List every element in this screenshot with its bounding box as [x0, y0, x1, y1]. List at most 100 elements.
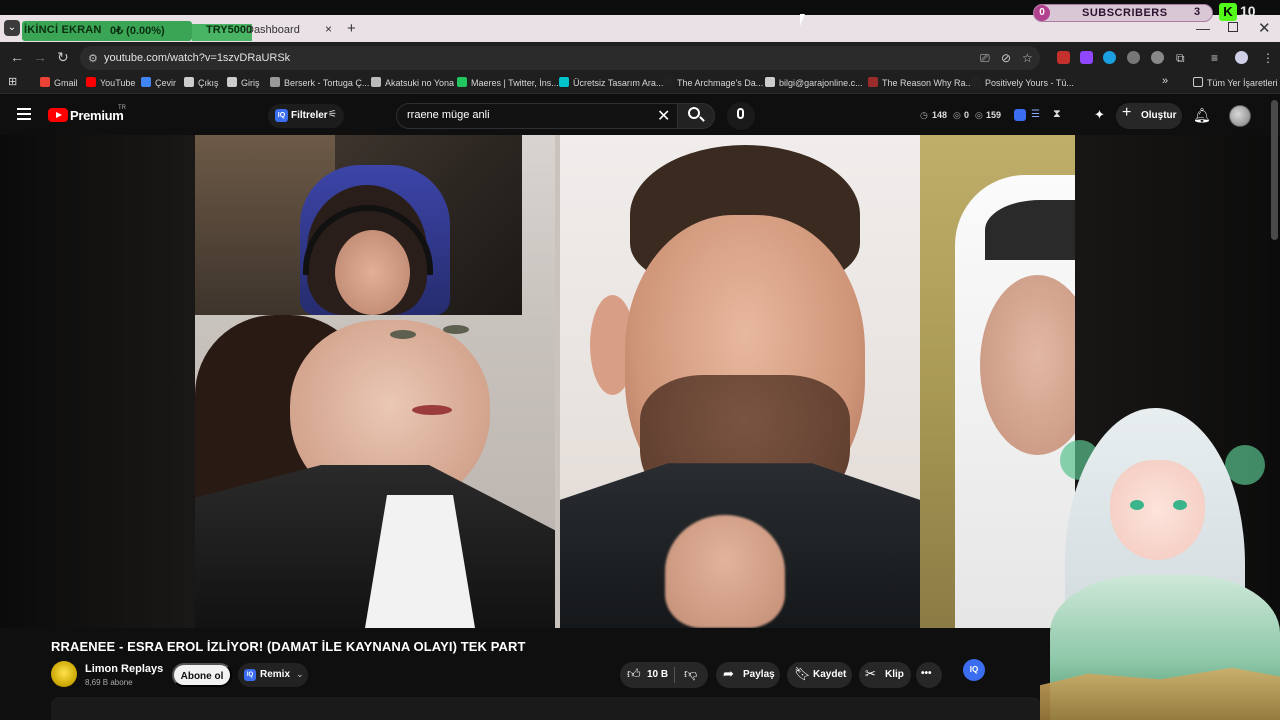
eye-icon-2: ◎ — [975, 110, 983, 120]
subscribers-count: 3 — [1194, 6, 1201, 18]
notifications-bell-icon[interactable]: 🔔︎ — [1193, 107, 1211, 124]
clear-search-icon[interactable]: ✕ — [657, 106, 670, 126]
extension-5-icon[interactable] — [1151, 51, 1164, 64]
iq-round-button[interactable]: IQ — [963, 659, 985, 681]
bookmark-item[interactable]: Akatsuki no Yona — [371, 77, 454, 88]
extension-2-icon[interactable] — [1080, 51, 1093, 64]
like-count[interactable]: 10 B — [647, 669, 668, 680]
bookmarks-overflow-icon[interactable]: » — [1162, 75, 1168, 87]
browser-menu-icon[interactable]: ⋮ — [1262, 51, 1274, 65]
bookmark-item[interactable]: YouTube — [86, 77, 135, 88]
older-woman-cap — [985, 200, 1075, 260]
extension-3-icon[interactable] — [1103, 51, 1116, 64]
mouse-cursor — [800, 14, 805, 26]
bookmark-favicon-icon — [40, 77, 50, 87]
iq-extension-icon: IQ — [275, 109, 288, 122]
page-scrollbar[interactable] — [1271, 100, 1278, 240]
new-tab-button[interactable]: + — [347, 20, 356, 37]
extension-1-icon[interactable] — [1057, 51, 1070, 64]
subscribers-label: SUBSCRIBERS — [1082, 7, 1168, 19]
site-info-icon[interactable]: ⚙ — [88, 52, 98, 65]
bookmark-label: Gmail — [54, 78, 78, 88]
thumbs-up-icon[interactable]: 👍︎ — [627, 666, 641, 682]
youtube-logo-icon[interactable] — [48, 108, 68, 122]
clip-label: Klip — [885, 669, 904, 680]
reading-list-icon[interactable]: ≡ — [1211, 51, 1218, 65]
channel-avatar[interactable] — [51, 661, 77, 687]
subscribe-button[interactable]: Abone ol — [172, 663, 232, 687]
stat-a: 0 — [964, 110, 970, 120]
bookmark-item[interactable]: Çıkış — [184, 77, 219, 88]
bookmark-favicon-icon — [270, 77, 280, 87]
clock-icon: ◷ — [920, 110, 928, 120]
sparkle-icon[interactable]: ✦ — [1094, 107, 1105, 123]
bookmark-favicon-icon — [971, 77, 981, 87]
description-box-edge — [51, 697, 1041, 720]
channel-name[interactable]: Limon Replays — [85, 663, 163, 675]
bookmark-item[interactable]: The Archmage's Da... — [663, 77, 763, 88]
bookmark-item[interactable]: Maeres | Twitter, İns... — [457, 77, 559, 88]
bookmark-item[interactable]: The Reason Why Ra... — [868, 77, 973, 88]
window-minimize-button[interactable]: — — [1196, 20, 1210, 36]
list-icon[interactable]: ☰ — [1031, 109, 1040, 120]
bookmark-label: Akatsuki no Yona — [385, 78, 455, 88]
create-label: Oluştur — [1141, 110, 1177, 121]
vtuber-face — [1110, 460, 1205, 560]
tab-close-icon[interactable]: × — [325, 22, 332, 36]
search-input[interactable] — [407, 109, 647, 121]
all-bookmarks-folder[interactable]: Tüm Yer İşaretleri — [1193, 77, 1278, 88]
bookmark-item[interactable]: Giriş — [227, 77, 260, 88]
second-screen-label: İKİNCİ EKRAN — [24, 24, 102, 36]
bookmark-favicon-icon — [559, 77, 569, 87]
cast-icon[interactable]: ⎚ — [980, 51, 990, 66]
man-hand — [665, 515, 785, 628]
bookmark-item[interactable]: Ücretsiz Tasarım Ara... — [559, 77, 663, 88]
eye-off-icon[interactable]: ⊘ — [1001, 51, 1011, 65]
apps-grid-icon[interactable]: ⊞ — [8, 75, 17, 88]
extensions-puzzle-icon[interactable]: ⧉ — [1176, 51, 1185, 66]
hourglass-icon[interactable]: ⧗ — [1053, 108, 1061, 121]
window-close-button[interactable]: ✕ — [1258, 19, 1271, 37]
bookmark-item[interactable]: bilgi@garajonline.c... — [765, 77, 863, 88]
bookmark-label: The Archmage's Da... — [677, 78, 764, 88]
bookmark-item[interactable]: Berserk - Tortuga Ç... — [270, 77, 369, 88]
account-avatar[interactable] — [1229, 105, 1251, 127]
video-title: RRAENEE - ESRA EROL İZLİYOR! (DAMAT İLE … — [51, 639, 526, 654]
bookmark-label: Çıkış — [198, 78, 219, 88]
remix-label: Remix — [260, 669, 291, 680]
extension-4-icon[interactable] — [1127, 51, 1140, 64]
tab-search-button[interactable]: ⌄ — [4, 20, 20, 36]
bookmark-label: Berserk - Tortuga Ç... — [284, 78, 370, 88]
url-text[interactable]: youtube.com/watch?v=1szvDRaURSk — [104, 52, 290, 64]
bookmark-icon: 🔖︎ — [794, 666, 811, 681]
vtuber-accent — [1225, 445, 1265, 485]
iq-badge-icon: IQ — [244, 669, 256, 681]
chevron-down-icon[interactable]: ⌄ — [296, 669, 304, 680]
bookmark-item[interactable]: Çevir — [141, 77, 176, 88]
window-maximize-button[interactable] — [1228, 22, 1238, 32]
bookmark-label: Ücretsiz Tasarım Ara... — [573, 78, 664, 88]
bookmark-favicon-icon — [86, 77, 96, 87]
more-dots-icon: ••• — [921, 668, 932, 679]
kick-logo-icon: K — [1219, 3, 1237, 21]
menu-icon[interactable] — [17, 108, 31, 120]
bookmark-item[interactable]: Positively Yours - Tü... — [971, 77, 1074, 88]
save-label: Kaydet — [813, 669, 847, 680]
bookmark-star-icon[interactable]: ☆ — [1022, 51, 1033, 65]
search-icon — [688, 107, 700, 119]
profile-avatar-icon[interactable] — [1235, 51, 1248, 64]
eye-icon: ◎ — [953, 110, 961, 120]
stat-b: 159 — [986, 110, 1002, 120]
bookmark-favicon-icon — [371, 77, 381, 87]
tab-title[interactable]: Dashboard — [246, 24, 300, 36]
iq-extension-button[interactable] — [1014, 109, 1026, 121]
back-arrow-icon[interactable]: ← — [10, 49, 24, 65]
woman-eye — [390, 330, 416, 339]
reload-icon[interactable]: ↻ — [57, 49, 69, 66]
bookmark-favicon-icon — [663, 77, 673, 87]
bookmark-item[interactable]: Gmail — [40, 77, 78, 88]
thumbs-down-icon[interactable]: 👎︎ — [684, 666, 697, 682]
bookmark-favicon-icon — [765, 77, 775, 87]
forward-arrow-icon[interactable]: → — [33, 49, 47, 65]
youtube-premium-brand[interactable]: Premium — [70, 108, 124, 123]
